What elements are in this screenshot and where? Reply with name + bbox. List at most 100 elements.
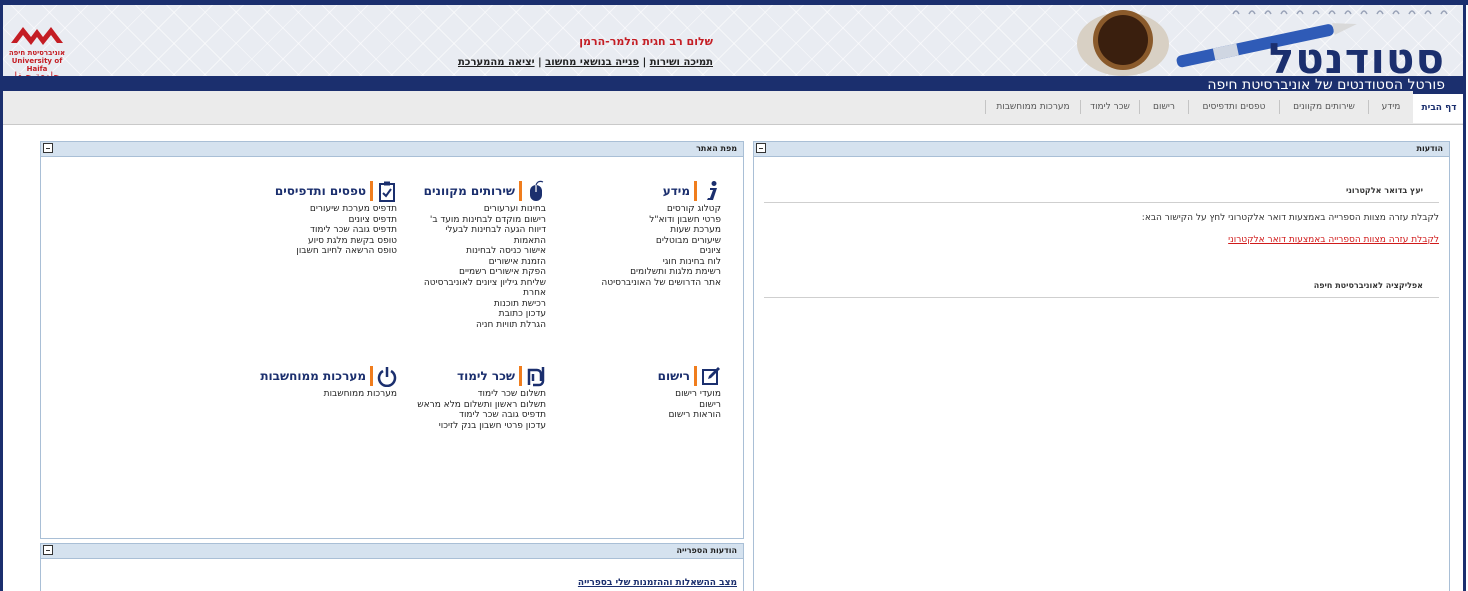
logout-link[interactable]: יציאה מהמערכת bbox=[458, 57, 535, 68]
tab-forms[interactable]: טפסים ותדפיסים bbox=[1189, 91, 1279, 123]
top-links: תמיכה ושירות | פנייה בנושאי מחשוב | יציא… bbox=[457, 57, 713, 68]
info-icon bbox=[707, 181, 717, 200]
tab-home[interactable]: דף הבית bbox=[1413, 91, 1463, 123]
list-item[interactable]: הגרלת תוויות חניה bbox=[371, 320, 546, 331]
collapse-button[interactable] bbox=[43, 545, 53, 555]
list-item[interactable]: בחינות וערעורים bbox=[371, 204, 546, 215]
section-items: תשלום שכר לימוד תשלום ראשון ותשלום מלא מ… bbox=[371, 389, 546, 431]
page-frame: אוניברסיטת חיפה University of Haifa جامع… bbox=[0, 0, 1466, 591]
list-item[interactable]: דיווח הגעה לבחינות לבעלי bbox=[371, 225, 546, 236]
section-title[interactable]: שכר לימוד bbox=[371, 363, 546, 389]
list-item[interactable]: טופס הרשאה לחיוב חשבון bbox=[201, 246, 397, 257]
section-title-label: טפסים ותדפיסים bbox=[274, 184, 366, 198]
section-title-label: מידע bbox=[662, 184, 690, 198]
list-item[interactable]: מועדי רישום bbox=[541, 389, 721, 400]
collapse-button[interactable] bbox=[43, 143, 53, 153]
tab-info[interactable]: מידע bbox=[1369, 91, 1413, 123]
list-item[interactable]: רישום מוקדם לבחינות מועד ב' bbox=[371, 215, 546, 226]
tab-separator bbox=[1368, 100, 1369, 114]
list-item[interactable]: עדכון כתובת bbox=[371, 309, 546, 320]
list-item[interactable]: לוח בחינות חוגי bbox=[541, 257, 721, 268]
tab-separator bbox=[1080, 100, 1081, 114]
sitemap-panel: מפת האתר מידע קטלוג קורסים פרטי חשבון וד… bbox=[40, 141, 744, 539]
section-items: תדפיס מערכת שיעורים תדפיס ציונים תדפיס ג… bbox=[201, 204, 397, 257]
section-title-label: שכר לימוד bbox=[457, 369, 515, 383]
tab-separator bbox=[985, 100, 986, 114]
section-title[interactable]: רישום bbox=[541, 363, 721, 389]
tab-online-services[interactable]: שירותים מקוונים bbox=[1280, 91, 1368, 123]
list-item[interactable]: הוראות רישום bbox=[541, 410, 721, 421]
library-loans-link[interactable]: מצב ההשאלות וההזמנות שלי בספרייה bbox=[578, 578, 737, 588]
section-title[interactable]: שירותים מקוונים bbox=[371, 178, 546, 204]
list-item[interactable]: תשלום שכר לימוד bbox=[371, 389, 546, 400]
section-title-label: מערכות ממוחשבות bbox=[260, 369, 366, 383]
header: אוניברסיטת חיפה University of Haifa جامع… bbox=[3, 5, 1463, 96]
support-link[interactable]: תמיכה ושירות bbox=[650, 57, 713, 68]
title-accent-bar bbox=[694, 181, 697, 201]
email-advice-text: לקבלת עזרה מצוות הספרייה באמצעות דואר אל… bbox=[1141, 213, 1439, 223]
mouse-icon bbox=[530, 180, 544, 201]
list-item[interactable]: הפקת אישורים רשמיים bbox=[371, 267, 546, 278]
list-item[interactable]: שיעורים מבוטלים bbox=[541, 236, 721, 247]
divider bbox=[764, 297, 1439, 298]
list-item[interactable]: עדכון פרטי חשבון בנק לזיכוי bbox=[371, 421, 546, 432]
shekel-icon bbox=[527, 367, 545, 387]
section-title[interactable]: מערכות ממוחשבות bbox=[201, 363, 397, 389]
list-item[interactable]: התאמות bbox=[371, 236, 546, 247]
tab-separator bbox=[1279, 100, 1280, 114]
library-panel: הודעות הספרייה מצב ההשאלות וההזמנות שלי … bbox=[40, 543, 744, 591]
list-item[interactable]: רישום bbox=[541, 400, 721, 411]
clipboard-icon bbox=[379, 181, 395, 202]
section-computer-systems: מערכות ממוחשבות מערכות ממוחשבות bbox=[201, 363, 397, 400]
section-forms: טפסים ותדפיסים תדפיס מערכת שיעורים תדפיס… bbox=[201, 178, 397, 257]
title-accent-bar bbox=[519, 181, 522, 201]
list-item[interactable]: אתר הדרושים של האוניברסיטה bbox=[541, 278, 721, 289]
tab-tuition[interactable]: שכר לימוד bbox=[1081, 91, 1139, 123]
announcements-title: הודעות bbox=[754, 142, 1449, 157]
list-item[interactable]: תשלום ראשון ותשלום מלא מראש bbox=[371, 400, 546, 411]
library-title: הודעות הספרייה bbox=[41, 544, 743, 559]
list-item[interactable]: טופס בקשת מלגת סיוע bbox=[201, 236, 397, 247]
list-item[interactable]: קטלוג קורסים bbox=[541, 204, 721, 215]
list-item[interactable]: פרטי חשבון ודוא"ל bbox=[541, 215, 721, 226]
section-registration: רישום מועדי רישום רישום הוראות רישום bbox=[541, 363, 721, 421]
tab-separator bbox=[1188, 100, 1189, 114]
list-item[interactable]: תדפיס ציונים bbox=[201, 215, 397, 226]
list-item[interactable]: תדפיס מערכת שיעורים bbox=[201, 204, 397, 215]
email-advice-link[interactable]: לקבלת עזרה מצוות הספרייה באמצעות דואר אל… bbox=[1228, 235, 1439, 245]
list-item[interactable]: אחרת bbox=[371, 288, 546, 299]
email-advice-heading: יעץ בדואר אלקטרוני bbox=[1345, 186, 1423, 195]
list-item[interactable]: רשימת מלגות ותשלומים bbox=[541, 267, 721, 278]
list-item[interactable]: ציונים bbox=[541, 246, 721, 257]
list-item[interactable]: תדפיס גובה שכר לימוד bbox=[201, 225, 397, 236]
list-item[interactable]: מערכות ממוחשבות bbox=[201, 389, 397, 400]
list-item[interactable]: אישור כניסה לבחינות bbox=[371, 246, 546, 257]
section-items: קטלוג קורסים פרטי חשבון ודוא"ל מערכת שעו… bbox=[541, 204, 721, 288]
section-info: מידע קטלוג קורסים פרטי חשבון ודוא"ל מערכ… bbox=[541, 178, 721, 288]
list-item[interactable]: שליחת גיליון ציונים לאוניברסיטה bbox=[371, 278, 546, 289]
logo-text-he: אוניברסיטת חיפה bbox=[8, 49, 66, 57]
logo-mark-icon bbox=[11, 27, 63, 45]
title-accent-bar bbox=[370, 181, 373, 201]
power-icon bbox=[377, 367, 397, 387]
section-items: מערכות ממוחשבות bbox=[201, 389, 397, 400]
sitemap-title: מפת האתר bbox=[41, 142, 743, 157]
section-title-label: רישום bbox=[657, 369, 690, 383]
list-item[interactable]: רכישת תוכנות bbox=[371, 299, 546, 310]
collapse-button[interactable] bbox=[756, 143, 766, 153]
list-item[interactable]: תדפיס גובה שכר לימוד bbox=[371, 410, 546, 421]
section-title[interactable]: מידע bbox=[541, 178, 721, 204]
list-item[interactable]: מערכת שעות bbox=[541, 225, 721, 236]
title-accent-bar bbox=[694, 366, 697, 386]
computing-inquiry-link[interactable]: פנייה בנושאי מחשוב bbox=[545, 57, 639, 68]
section-tuition: שכר לימוד תשלום שכר לימוד תשלום ראשון ות… bbox=[371, 363, 546, 431]
tab-registration[interactable]: רישום bbox=[1140, 91, 1188, 123]
section-online-services: שירותים מקוונים בחינות וערעורים רישום מו… bbox=[371, 178, 546, 330]
list-item[interactable]: הזמנת אישורים bbox=[371, 257, 546, 268]
welcome-message: שלום רב חגית הלמר-הרמן bbox=[579, 35, 713, 48]
section-title-label: שירותים מקוונים bbox=[423, 184, 515, 198]
section-title[interactable]: טפסים ותדפיסים bbox=[201, 178, 397, 204]
tab-computer-systems[interactable]: מערכות ממוחשבות bbox=[986, 91, 1080, 123]
divider bbox=[764, 202, 1439, 203]
brand-banner: סטודנטל bbox=[1063, 10, 1463, 83]
